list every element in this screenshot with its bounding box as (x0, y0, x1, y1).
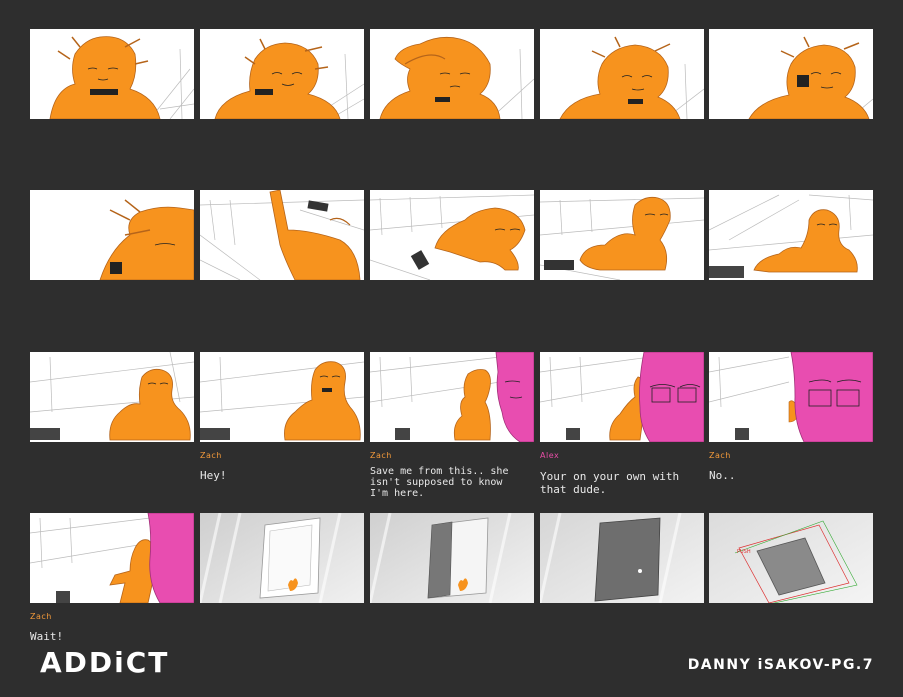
zach-closeup-sketch (559, 36, 704, 119)
zach-extreme-closeup-sketch (99, 199, 194, 280)
storyboard-panel-r1c4 (540, 29, 704, 119)
dialogue-line: Wait! (30, 630, 64, 643)
storyboard-panel-r3c3 (370, 352, 534, 442)
storyboard-panel-r1c3 (370, 29, 534, 119)
zach-sitting-sketch (540, 196, 704, 280)
storyboard-panel-r2c3 (370, 190, 534, 280)
zach-running-sketch (30, 513, 194, 603)
storyboard-panel-r1c1 (30, 29, 194, 119)
zach-sitting-sketch (709, 194, 873, 278)
closed-door-sketch (540, 513, 704, 603)
storyboard-panel-r3c4 (540, 352, 704, 442)
storyboard-panel-r1c5 (709, 29, 873, 119)
storyboard-panel-r3c1 (30, 352, 194, 442)
speaker-label: Zach (709, 451, 731, 460)
author-credit: DANNY iSAKOV-PG.7 (687, 657, 874, 673)
storyboard-panel-r2c4 (540, 190, 704, 280)
svg-text:PUSH: PUSH (737, 549, 751, 555)
storyboard-panel-r3c2 (200, 352, 364, 442)
zach-closeup-sketch (214, 38, 364, 119)
zach-hand-on-head-sketch (379, 36, 534, 119)
storyboard-panel-r4c2 (200, 513, 364, 603)
closing-door-sketch (370, 513, 534, 603)
zach-closeup-sketch (49, 36, 194, 119)
dialogue-line: Hey! (200, 469, 227, 482)
zach-sitting-sketch (200, 356, 364, 441)
zach-and-alex-sketch (540, 352, 704, 442)
tilted-door-sketch: PUSH (709, 513, 873, 603)
page-title: ADDiCT (40, 646, 170, 679)
storyboard-panel-r2c2 (200, 190, 364, 280)
storyboard-panel-r1c2 (200, 29, 364, 119)
zach-closeup-sketch (748, 36, 873, 119)
zach-reaching-sketch (200, 190, 364, 280)
open-door-sketch (200, 513, 364, 603)
dialogue-line: No.. (709, 469, 736, 482)
storyboard-panel-r2c5 (709, 190, 873, 280)
speaker-label: Zach (30, 612, 52, 621)
dialogue-line: Save me from this.. she isn't supposed t… (370, 466, 509, 499)
storyboard-panel-r4c3 (370, 513, 534, 603)
speaker-label: Zach (370, 451, 392, 460)
zach-sitting-sketch (30, 352, 194, 441)
zach-crawling-sketch (370, 194, 534, 280)
storyboard-panel-r3c5 (709, 352, 873, 442)
alex-closeup-sketch (709, 352, 873, 442)
storyboard-panel-r2c1 (30, 190, 194, 280)
zach-and-alex-sketch (370, 352, 534, 442)
dialogue-line: Your on your own with that dude. (540, 470, 680, 496)
storyboard-panel-r4c5: PUSH (709, 513, 873, 603)
speaker-label: Zach (200, 451, 222, 460)
speaker-label: Alex (540, 451, 560, 460)
storyboard-panel-r4c1 (30, 513, 194, 603)
storyboard-panel-r4c4 (540, 513, 704, 603)
